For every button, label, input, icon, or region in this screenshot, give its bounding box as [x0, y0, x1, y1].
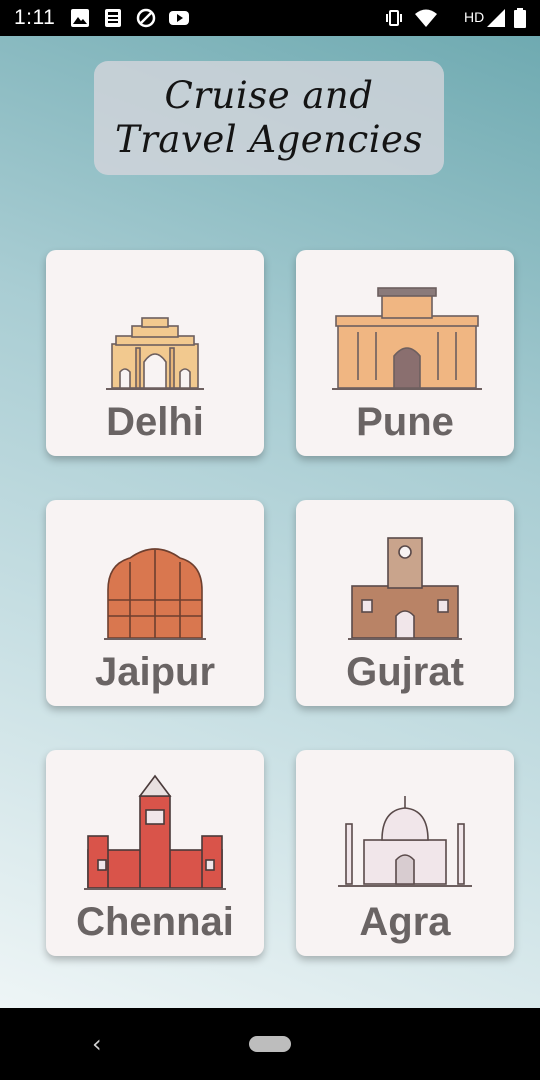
central-station-icon [84, 774, 226, 890]
india-gate-icon [106, 317, 204, 390]
title-line-2: Travel Agencies [115, 118, 423, 161]
city-card-gujrat[interactable]: Gujrat [296, 500, 514, 706]
title-line-1: Cruise and [164, 74, 374, 117]
city-card-pune[interactable]: Pune [296, 250, 514, 456]
taj-mahal-icon [338, 796, 472, 887]
city-name: Agra [359, 900, 451, 944]
city-name: Pune [356, 400, 454, 444]
app-screen: Cruise and Travel Agencies Delhi Pune Ja… [0, 36, 540, 1008]
city-name: Delhi [106, 400, 204, 444]
news-icon [105, 9, 121, 27]
do-not-disturb-icon [136, 8, 156, 28]
status-time: 1:11 [14, 6, 56, 29]
fort-icon [332, 287, 482, 390]
home-pill-icon[interactable] [249, 1036, 291, 1052]
page-title: Cruise and Travel Agencies [115, 74, 423, 162]
wifi-icon [415, 9, 437, 27]
city-name: Chennai [76, 900, 234, 944]
image-icon [71, 9, 89, 27]
city-card-agra[interactable]: Agra [296, 750, 514, 956]
battery-icon [514, 8, 526, 28]
back-icon[interactable]: ‹ [92, 1030, 102, 1058]
youtube-icon [169, 11, 189, 25]
navigation-bar: ‹ [0, 1008, 540, 1080]
status-bar: 1:11 HD [0, 0, 540, 36]
city-card-delhi[interactable]: Delhi [46, 250, 264, 456]
city-card-jaipur[interactable]: Jaipur [46, 500, 264, 706]
city-name: Jaipur [94, 650, 216, 694]
header-title-box: Cruise and Travel Agencies [94, 61, 444, 175]
city-card-chennai[interactable]: Chennai [46, 750, 264, 956]
signal-icon [487, 9, 505, 27]
network-label: HD [464, 9, 485, 25]
clock-tower-palace-icon [348, 537, 462, 640]
vibrate-icon [386, 10, 402, 26]
hawa-mahal-icon [104, 548, 206, 640]
city-name: Gujrat [346, 650, 464, 694]
